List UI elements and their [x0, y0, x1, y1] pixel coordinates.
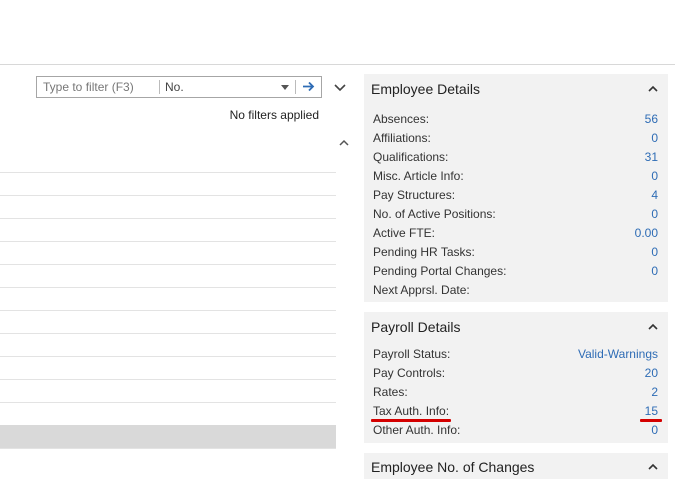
- factbox-title: Payroll Details: [371, 319, 461, 335]
- fact-row-affiliations: Affiliations: 0: [364, 129, 668, 148]
- fact-row-next-appraisal-date: Next Apprsl. Date:: [364, 281, 668, 300]
- selected-list-row[interactable]: [0, 425, 336, 448]
- factbox-header[interactable]: Payroll Details: [364, 312, 668, 342]
- filter-divider: [295, 80, 296, 94]
- fact-row-pay-controls: Pay Controls: 20: [364, 364, 668, 383]
- chevron-down-icon[interactable]: [333, 82, 347, 94]
- scroll-up-icon[interactable]: [338, 138, 350, 148]
- fact-value-link[interactable]: 0: [651, 207, 658, 221]
- fact-row-tax-auth-info: Tax Auth. Info: 15: [364, 402, 668, 422]
- list-row[interactable]: [0, 333, 336, 356]
- fact-row-absences: Absences: 56: [364, 110, 668, 129]
- fact-row-other-auth-info: Other Auth. Info: 0: [364, 421, 668, 440]
- fact-row-payroll-status: Payroll Status: Valid-Warnings: [364, 345, 668, 364]
- fact-list: Payroll Status: Valid-Warnings Pay Contr…: [364, 345, 668, 440]
- fact-label: Absences:: [373, 112, 430, 126]
- chevron-up-icon[interactable]: [648, 85, 658, 93]
- list-row[interactable]: [0, 195, 336, 218]
- fact-row-qualifications: Qualifications: 31: [364, 148, 668, 167]
- list-row[interactable]: [0, 402, 336, 425]
- factbox-header[interactable]: Employee Details: [364, 74, 668, 104]
- fact-list: Absences: 56 Affiliations: 0 Qualificati…: [364, 110, 668, 300]
- filter-field-dropdown[interactable]: No.: [165, 77, 293, 97]
- fact-label: Payroll Status:: [373, 347, 451, 361]
- fact-value-link[interactable]: 4: [651, 188, 658, 202]
- filter-input[interactable]: [37, 77, 159, 97]
- factbox-title: Employee Details: [371, 81, 480, 97]
- filter-field-label: No.: [165, 80, 184, 94]
- fact-row-pay-structures: Pay Structures: 4: [364, 186, 668, 205]
- fact-row-pending-hr-tasks: Pending HR Tasks: 0: [364, 243, 668, 262]
- fact-label: Affiliations:: [373, 131, 431, 145]
- fact-label: Active FTE:: [373, 226, 436, 240]
- fact-value-link[interactable]: 2: [651, 385, 658, 399]
- fact-label: Misc. Article Info:: [373, 169, 464, 183]
- caret-down-icon: [281, 85, 289, 90]
- filter-divider: [159, 80, 160, 94]
- fact-row-rates: Rates: 2: [364, 383, 668, 402]
- list-row[interactable]: [0, 172, 336, 195]
- chevron-up-icon[interactable]: [648, 323, 658, 331]
- fact-label: Tax Auth. Info:: [373, 404, 450, 418]
- filter-status: No filters applied: [229, 108, 319, 122]
- employee-changes-factbox: Employee No. of Changes: [364, 453, 668, 479]
- fact-label: Next Apprsl. Date:: [373, 283, 470, 297]
- factbox-title: Employee No. of Changes: [371, 459, 535, 475]
- fact-row-pending-portal-changes: Pending Portal Changes: 0: [364, 262, 668, 281]
- arrow-right-icon: [303, 81, 315, 92]
- employee-details-factbox: Employee Details Absences: 56 Affiliatio…: [364, 74, 668, 302]
- fact-value-link[interactable]: 0: [651, 245, 658, 259]
- fact-value-link[interactable]: Valid-Warnings: [578, 347, 658, 361]
- list-row[interactable]: [0, 264, 336, 287]
- filter-bar: No.: [36, 76, 322, 98]
- fact-value-link[interactable]: 0.00: [635, 226, 658, 240]
- list-row[interactable]: [0, 448, 336, 471]
- fact-label: Pending HR Tasks:: [373, 245, 475, 259]
- fact-value-link[interactable]: 0: [651, 264, 658, 278]
- fact-value-link[interactable]: 0: [651, 423, 658, 437]
- fact-label: Qualifications:: [373, 150, 449, 164]
- fact-value-link[interactable]: 20: [645, 366, 658, 380]
- fact-value-link[interactable]: 56: [645, 112, 658, 126]
- fact-value-link[interactable]: 0: [651, 169, 658, 183]
- list-row[interactable]: [0, 310, 336, 333]
- fact-label: Pay Controls:: [373, 366, 446, 380]
- fact-value-link[interactable]: 31: [645, 150, 658, 164]
- fact-label: Other Auth. Info:: [373, 423, 461, 437]
- list-row[interactable]: [0, 241, 336, 264]
- list-row[interactable]: [0, 356, 336, 379]
- list-row[interactable]: [0, 379, 336, 402]
- fact-label: No. of Active Positions:: [373, 207, 496, 221]
- chevron-up-icon[interactable]: [648, 463, 658, 471]
- apply-filter-button[interactable]: [297, 77, 321, 97]
- list-row[interactable]: [0, 287, 336, 310]
- record-list: [0, 172, 336, 471]
- fact-row-active-positions: No. of Active Positions: 0: [364, 205, 668, 224]
- fact-row-active-fte: Active FTE: 0.00: [364, 224, 668, 243]
- fact-label: Pending Portal Changes:: [373, 264, 507, 278]
- fact-label: Pay Structures:: [373, 188, 456, 202]
- header-divider: [0, 64, 681, 65]
- fact-value-link[interactable]: 0: [651, 131, 658, 145]
- list-row[interactable]: [0, 218, 336, 241]
- fact-label: Rates:: [373, 385, 408, 399]
- fact-row-misc-article-info: Misc. Article Info: 0: [364, 167, 668, 186]
- factbox-scrollbar[interactable]: [675, 64, 681, 479]
- payroll-details-factbox: Payroll Details Payroll Status: Valid-Wa…: [364, 312, 668, 443]
- fact-value-link[interactable]: 15: [645, 404, 658, 418]
